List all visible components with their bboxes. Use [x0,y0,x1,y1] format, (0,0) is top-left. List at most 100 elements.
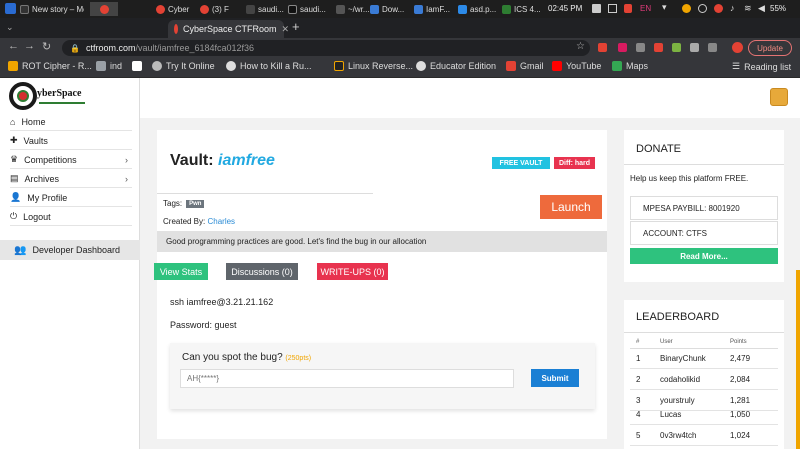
vault-description: Good programming practices are good. Let… [157,231,607,252]
bookmark-linux-reverse[interactable]: Linux Reverse... [334,61,413,71]
launch-button[interactable]: Launch [540,195,602,219]
developer-dashboard-button[interactable]: 👥 Developer Dashboard [0,240,140,260]
bookmark-square[interactable] [132,61,142,71]
update-button[interactable]: Update [748,40,792,56]
task-chrome-active[interactable] [90,2,118,16]
reading-list-button[interactable]: ☰ Reading list [732,61,791,72]
task-saudi-2[interactable]: saudi... [288,2,334,16]
browser-tab-strip: ⌄ CyberSpace CTFRoom ✕ + [0,18,800,38]
leaderboard-user[interactable]: 0v3rw4tch [660,431,696,440]
logo-underline [39,102,85,104]
sidebar-item-archives[interactable]: ▤ Archives › [10,170,132,188]
language-indicator[interactable]: EN [640,4,651,13]
extensions-puzzle-icon[interactable] [708,43,717,52]
reload-icon[interactable]: ↻ [42,40,51,53]
os-clock[interactable]: 02:45 PM [548,4,582,13]
extension-icon-3[interactable] [636,43,645,52]
power-icon: ⏻ [10,211,18,221]
points-header: Points [730,339,747,345]
extension-icon-4[interactable] [654,43,663,52]
table-row: 4 Lucas 1,050 [630,404,778,425]
extension-icon-5[interactable] [672,43,681,52]
view-stats-tab[interactable]: View Stats [154,263,208,280]
logo-text: yberSpace [37,88,82,99]
sidebar-item-vaults[interactable]: ✚ Vaults [10,132,132,150]
home-icon: ⌂ [10,116,16,127]
trophy-icon: ♛ [10,154,19,164]
task-downloads[interactable]: Dow... [370,2,414,16]
leaderboard-title: LEADERBOARD [636,311,720,323]
user-avatar[interactable] [770,88,788,106]
task-asd[interactable]: asd.p... [458,2,502,16]
bookmark-maps[interactable]: Maps [612,61,648,71]
leaderboard-divider [624,332,784,333]
sidebar-item-competitions[interactable]: ♛ Competitions › [10,151,132,169]
bookmark-try-it-online[interactable]: Try It Online [152,61,215,71]
volume-icon[interactable]: ◀ [758,3,765,14]
bookmark-rot-cipher[interactable]: ROT Cipher - R... [8,61,92,71]
site-logo[interactable]: yberSpace [9,82,89,112]
back-arrow-icon[interactable]: ← [8,40,19,52]
battery-level[interactable]: 55% [770,4,786,13]
task-medium[interactable]: New story – Medium [20,2,84,16]
discussions-tab[interactable]: Discussions (0) [226,263,298,280]
sidebar-item-home[interactable]: ⌂ Home [10,113,132,131]
bookmark-ind[interactable]: ind [96,61,122,71]
donate-divider [624,164,784,165]
task-facebook[interactable]: (3) F [200,2,244,16]
task-cyber[interactable]: Cyber [156,2,196,16]
leaderboard-user[interactable]: codaholikid [660,375,700,384]
educator-favicon-icon [416,61,426,71]
tray-app-icon[interactable] [682,4,691,13]
flag-input[interactable] [180,369,514,388]
ssh-command: ssh iamfree@3.21.21.162 [170,297,274,307]
password-text: Password: guest [170,320,237,330]
user-gear-icon: 👥 [14,244,27,256]
account-number: ACCOUNT: CTFS [630,221,778,245]
new-tab-button[interactable]: + [292,19,300,34]
author-link[interactable]: Charles [207,217,235,226]
tray-chrome-icon[interactable] [714,4,723,13]
extension-icon-1[interactable] [598,43,607,52]
donate-description: Help us keep this platform FREE. [630,174,749,183]
profile-icon[interactable] [732,42,743,53]
square-favicon-icon [132,61,142,71]
read-more-button[interactable]: Read More... [630,248,778,264]
bookmark-educator[interactable]: Educator Edition [416,61,496,71]
bookmark-youtube[interactable]: YouTube [552,61,601,71]
bookmark-gmail[interactable]: Gmail [506,61,544,71]
task-ics[interactable]: ICS 4... [502,2,546,16]
notification-bell-icon[interactable]: ♪ [730,3,735,13]
leaderboard-user[interactable]: BinaryChunk [660,354,706,363]
submit-button[interactable]: Submit [531,369,579,387]
task-iamfree[interactable]: IamF... [414,2,458,16]
sidebar: yberSpace ⌂ Home ✚ Vaults ♛ Competitions › ▤… [0,78,140,449]
sidebar-item-my-profile[interactable]: 👤 My Profile [10,189,132,207]
printer-icon[interactable] [592,4,601,13]
close-tab-icon[interactable]: ✕ [282,24,290,35]
forward-arrow-icon[interactable]: → [24,40,35,52]
puzzle-icon: ✚ [10,135,18,145]
task-saudi-1[interactable]: saudi... [246,2,290,16]
wifi-icon[interactable]: ≋ [744,3,752,14]
os-menu-icon[interactable] [5,3,16,14]
tab-ctfroom[interactable]: CyberSpace CTFRoom ✕ [168,20,289,38]
tray-chevron-icon[interactable]: ▾ [662,2,667,13]
bookmark-kill-rust[interactable]: How to Kill a Ru... [226,61,312,71]
tag-pwn[interactable]: Pwn [186,199,205,208]
sidebar-item-logout[interactable]: ⏻ Logout [10,208,132,226]
tray-circle-icon[interactable] [698,4,707,13]
leaderboard-user[interactable]: Lucas [660,410,681,419]
extension-icon-6[interactable] [690,43,699,52]
extension-icon-2[interactable] [618,43,627,52]
difficulty-badge: Diff: hard [554,157,595,169]
bookmark-star-icon[interactable]: ☆ [576,41,585,52]
tab-search-icon[interactable]: ⌄ [6,22,14,33]
address-bar[interactable]: 🔒 ctfroom.com/vault/iamfree_6184fca012f3… [62,40,590,56]
free-vault-badge: FREE VAULT [492,157,550,169]
writeups-tab[interactable]: WRITE-UPS (0) [317,263,388,280]
user-header: User [660,339,673,345]
logo-center-icon [17,90,29,102]
window-icon[interactable] [608,4,617,13]
shield-icon[interactable] [624,4,632,13]
